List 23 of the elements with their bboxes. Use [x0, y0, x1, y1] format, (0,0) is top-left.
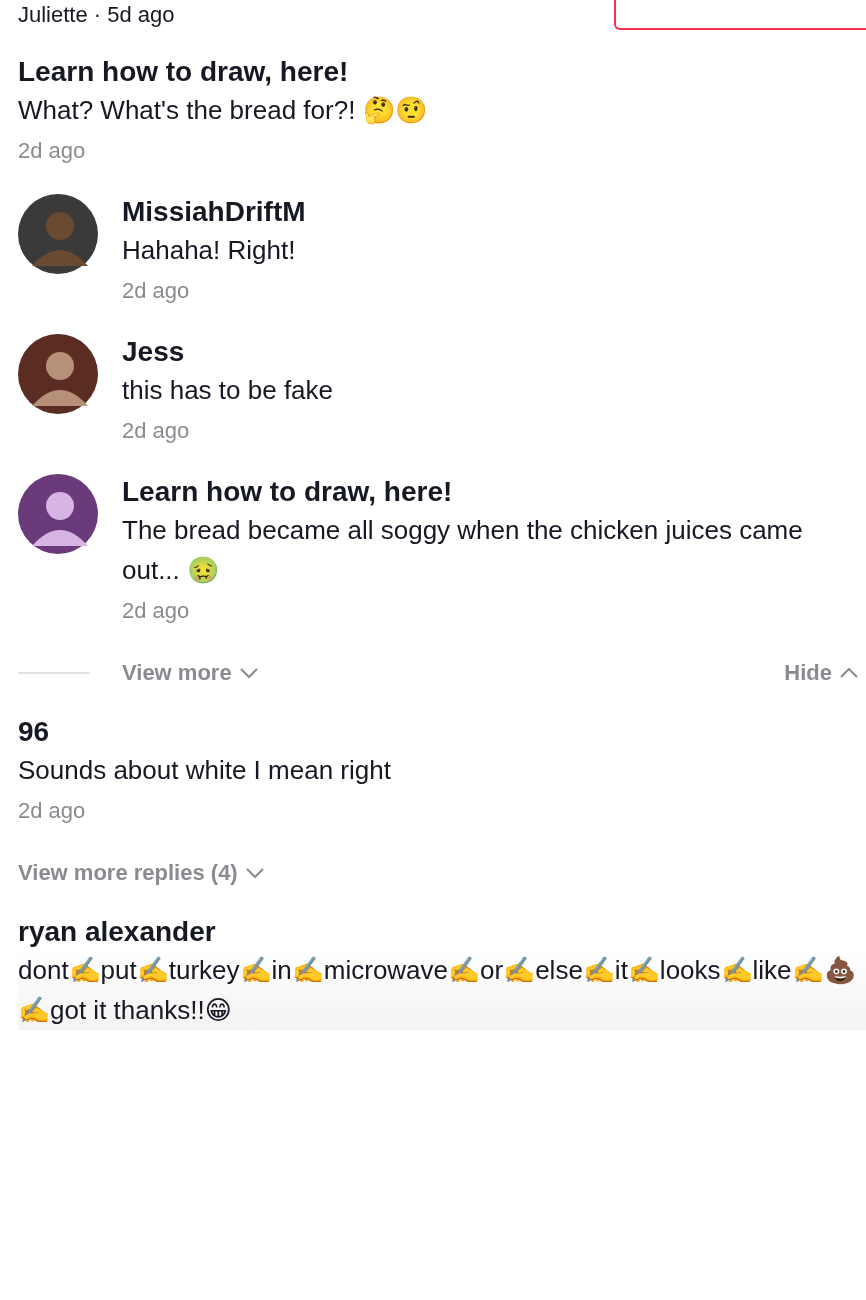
reply-text: The bread became all soggy when the chicken juices came out... 🤢: [122, 514, 804, 587]
reply-author[interactable]: Learn how to draw, here!: [122, 474, 866, 510]
reply-text: Hahaha! Right!: [122, 234, 297, 267]
comment-text: What? What's the bread for?! 🤔🤨: [18, 94, 428, 127]
reply-text: this has to be fake: [122, 374, 335, 407]
timestamp: 2d ago: [18, 797, 87, 825]
chevron-down-icon: [239, 668, 258, 678]
comment-author[interactable]: ryan alexander: [18, 914, 866, 950]
reply-author[interactable]: Jess: [122, 334, 866, 370]
byline: Juliette · 5d ago: [18, 1, 175, 29]
chevron-up-icon: [840, 668, 858, 678]
timestamp: 2d ago: [122, 417, 191, 445]
comment-author[interactable]: 96: [18, 714, 866, 750]
reply-author[interactable]: MissiahDriftM: [122, 194, 866, 230]
comment-text: Sounds about white I mean right: [18, 754, 392, 787]
chevron-down-icon: [245, 868, 264, 878]
comment-author[interactable]: Learn how to draw, here!: [18, 54, 866, 90]
timestamp: 2d ago: [18, 137, 87, 165]
avatar[interactable]: [18, 194, 98, 274]
timestamp: 2d ago: [122, 597, 191, 625]
avatar[interactable]: [18, 334, 98, 414]
timestamp: 2d ago: [122, 277, 191, 305]
avatar[interactable]: [18, 474, 98, 554]
